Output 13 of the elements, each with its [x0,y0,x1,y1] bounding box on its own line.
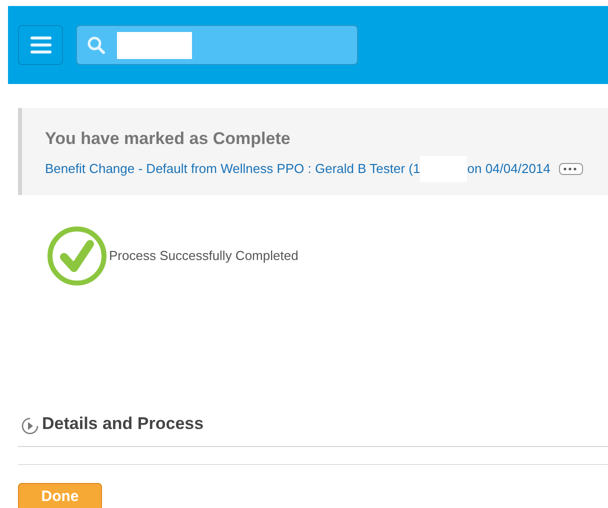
more-icon [563,167,578,171]
record-link[interactable]: Benefit Change - Default from Wellness PPO : Gerald B Tester (1 [45,160,420,178]
notice-title: You have marked as Complete [45,128,290,150]
menu-button[interactable] [18,25,63,65]
menu-icon [30,36,52,54]
more-button[interactable] [559,163,584,175]
status-message: Process Successfully Completed [109,247,298,266]
section-title[interactable]: Details and Process [42,411,204,436]
search-field[interactable] [76,25,358,65]
expand-icon[interactable] [21,416,39,435]
check-circle-icon [47,226,107,286]
search-icon [87,36,106,54]
date-link[interactable]: on 04/04/2014 [467,160,550,178]
